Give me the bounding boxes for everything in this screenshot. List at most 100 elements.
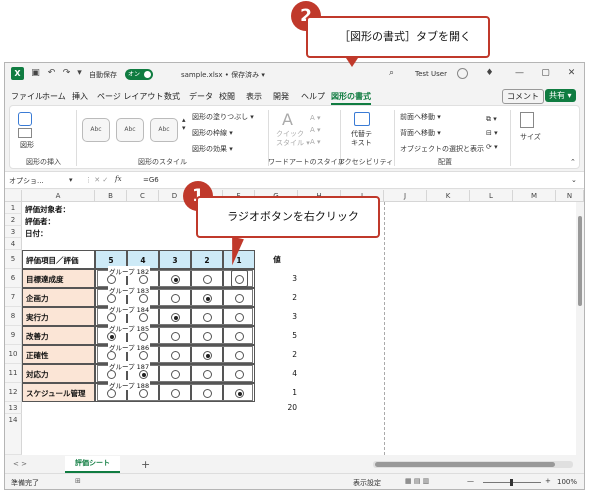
maximize-icon[interactable]: ▢ bbox=[539, 67, 552, 80]
fx-icon[interactable]: fx bbox=[115, 175, 122, 183]
shape-fill-button[interactable]: 図形の塗りつぶし ▾ bbox=[192, 112, 254, 122]
tab-data[interactable]: データ bbox=[189, 91, 213, 102]
radio-button[interactable] bbox=[171, 275, 180, 284]
shape-outline-button[interactable]: 図形の枠線 ▾ bbox=[192, 128, 233, 138]
row-header[interactable]: 14 bbox=[5, 414, 22, 455]
radio-button[interactable] bbox=[107, 313, 116, 322]
selected-radio-handles[interactable] bbox=[231, 270, 248, 287]
radio-button[interactable] bbox=[139, 294, 148, 303]
column-header[interactable]: C bbox=[127, 190, 159, 202]
column-header[interactable]: N bbox=[556, 190, 584, 202]
tab-view[interactable]: 表示 bbox=[246, 91, 262, 102]
select-all-corner[interactable] bbox=[5, 190, 22, 202]
radio-button[interactable] bbox=[107, 370, 116, 379]
radio-button[interactable] bbox=[171, 370, 180, 379]
radio-button[interactable] bbox=[203, 370, 212, 379]
radio-button[interactable] bbox=[171, 332, 180, 341]
formula-controls[interactable]: ⋮ ✕ ✓ bbox=[85, 176, 108, 184]
alt-text-icon[interactable] bbox=[354, 112, 370, 126]
zoom-out-icon[interactable]: — bbox=[467, 477, 474, 485]
radio-button[interactable] bbox=[107, 294, 116, 303]
send-backward-button[interactable]: 背面へ移動 ▾ bbox=[400, 128, 441, 138]
redo-icon[interactable]: ↷ bbox=[60, 67, 73, 80]
radio-button[interactable] bbox=[107, 351, 116, 360]
tab-developer[interactable]: 開発 bbox=[273, 91, 289, 102]
tab-shape-format[interactable]: 図形の書式 bbox=[331, 91, 371, 105]
row-header[interactable]: 8 bbox=[5, 307, 22, 326]
text-format-icons[interactable]: A ▾ A ▾ A ▾ bbox=[310, 112, 321, 148]
share-button[interactable]: 共有 ▾ bbox=[545, 89, 576, 102]
row-header[interactable]: 10 bbox=[5, 345, 22, 364]
radio-button[interactable] bbox=[203, 351, 212, 360]
radio-button[interactable] bbox=[235, 332, 244, 341]
shape-style-3[interactable]: Abc bbox=[150, 118, 178, 142]
radio-button[interactable] bbox=[139, 313, 148, 322]
alt-text-button[interactable]: 代替テ キスト bbox=[351, 130, 372, 148]
column-header[interactable]: L bbox=[470, 190, 513, 202]
row-header[interactable]: 7 bbox=[5, 288, 22, 307]
file-name[interactable]: sample.xlsx • 保存済み ▾ bbox=[181, 70, 265, 80]
radio-button[interactable] bbox=[139, 332, 148, 341]
scrollbar-thumb[interactable] bbox=[578, 216, 582, 306]
radio-button[interactable] bbox=[171, 313, 180, 322]
radio-button[interactable] bbox=[235, 351, 244, 360]
view-mode-icons[interactable]: ▦ ▤ ▥ bbox=[405, 477, 429, 485]
radio-button[interactable] bbox=[139, 370, 148, 379]
shape-style-2[interactable]: Abc bbox=[116, 118, 144, 142]
radio-button[interactable] bbox=[107, 389, 116, 398]
row-header[interactable]: 3 bbox=[5, 226, 22, 238]
radio-button[interactable] bbox=[171, 389, 180, 398]
radio-button[interactable] bbox=[139, 389, 148, 398]
formula-input[interactable]: =G6 bbox=[143, 176, 159, 184]
vertical-scrollbar[interactable] bbox=[576, 202, 584, 455]
sheet-tab-active[interactable]: 評価シート bbox=[65, 456, 120, 473]
bring-forward-button[interactable]: 前面へ移動 ▾ bbox=[400, 112, 441, 122]
size-icon[interactable] bbox=[520, 112, 534, 128]
tab-page-layout[interactable]: ページ レイアウト bbox=[97, 91, 163, 102]
tab-insert[interactable]: 挿入 bbox=[72, 91, 88, 102]
zoom-slider-thumb[interactable] bbox=[510, 479, 513, 486]
zoom-slider[interactable] bbox=[483, 479, 541, 486]
tab-help[interactable]: ヘルプ bbox=[301, 91, 325, 102]
column-header[interactable]: B bbox=[95, 190, 127, 202]
radio-button[interactable] bbox=[171, 294, 180, 303]
selection-pane-button[interactable]: オブジェクトの選択と表示 bbox=[400, 144, 484, 154]
qat-more-icon[interactable]: ▾ bbox=[73, 67, 86, 80]
zoom-level[interactable]: 100% bbox=[557, 478, 577, 486]
add-sheet-button[interactable]: + bbox=[141, 458, 150, 471]
radio-button[interactable] bbox=[203, 313, 212, 322]
tab-home[interactable]: ホーム bbox=[42, 91, 66, 102]
align-icons[interactable]: ⧉ ▾ ⊟ ▾ ⟳ ▾ bbox=[486, 112, 498, 154]
radio-button[interactable] bbox=[235, 370, 244, 379]
row-header[interactable]: 4 bbox=[5, 238, 22, 250]
avatar[interactable] bbox=[457, 68, 468, 79]
collapse-ribbon-icon[interactable]: ⌃ bbox=[570, 158, 576, 166]
name-box[interactable]: オプショ... bbox=[9, 176, 44, 186]
radio-button[interactable] bbox=[235, 389, 244, 398]
radio-button[interactable] bbox=[107, 275, 116, 284]
radio-button[interactable] bbox=[203, 275, 212, 284]
lightbulb-icon[interactable]: ♦ bbox=[483, 67, 496, 80]
horizontal-scrollbar[interactable] bbox=[373, 461, 573, 468]
radio-button[interactable] bbox=[107, 332, 116, 341]
shapes-gallery-icon[interactable] bbox=[18, 112, 32, 126]
name-box-dropdown-icon[interactable]: ▾ bbox=[69, 176, 73, 184]
tab-formulas[interactable]: 数式 bbox=[164, 91, 180, 102]
save-icon[interactable]: ▣ bbox=[29, 67, 42, 80]
row-header[interactable]: 5 bbox=[5, 250, 22, 269]
column-header[interactable]: J bbox=[384, 190, 427, 202]
row-header[interactable]: 9 bbox=[5, 326, 22, 345]
wordart-a-icon[interactable]: A bbox=[282, 110, 293, 129]
user-name[interactable]: Test User bbox=[415, 70, 447, 78]
comment-button[interactable]: コメント bbox=[502, 89, 544, 104]
radio-button[interactable] bbox=[139, 275, 148, 284]
radio-button[interactable] bbox=[203, 294, 212, 303]
sheet-nav-arrows[interactable]: < > bbox=[13, 460, 27, 468]
radio-button[interactable] bbox=[203, 332, 212, 341]
row-header[interactable]: 13 bbox=[5, 402, 22, 414]
radio-button[interactable] bbox=[203, 389, 212, 398]
tab-file[interactable]: ファイル bbox=[11, 91, 43, 102]
close-icon[interactable]: ✕ bbox=[565, 67, 578, 80]
display-settings-button[interactable]: 表示設定 bbox=[353, 478, 381, 488]
radio-button[interactable] bbox=[171, 351, 180, 360]
